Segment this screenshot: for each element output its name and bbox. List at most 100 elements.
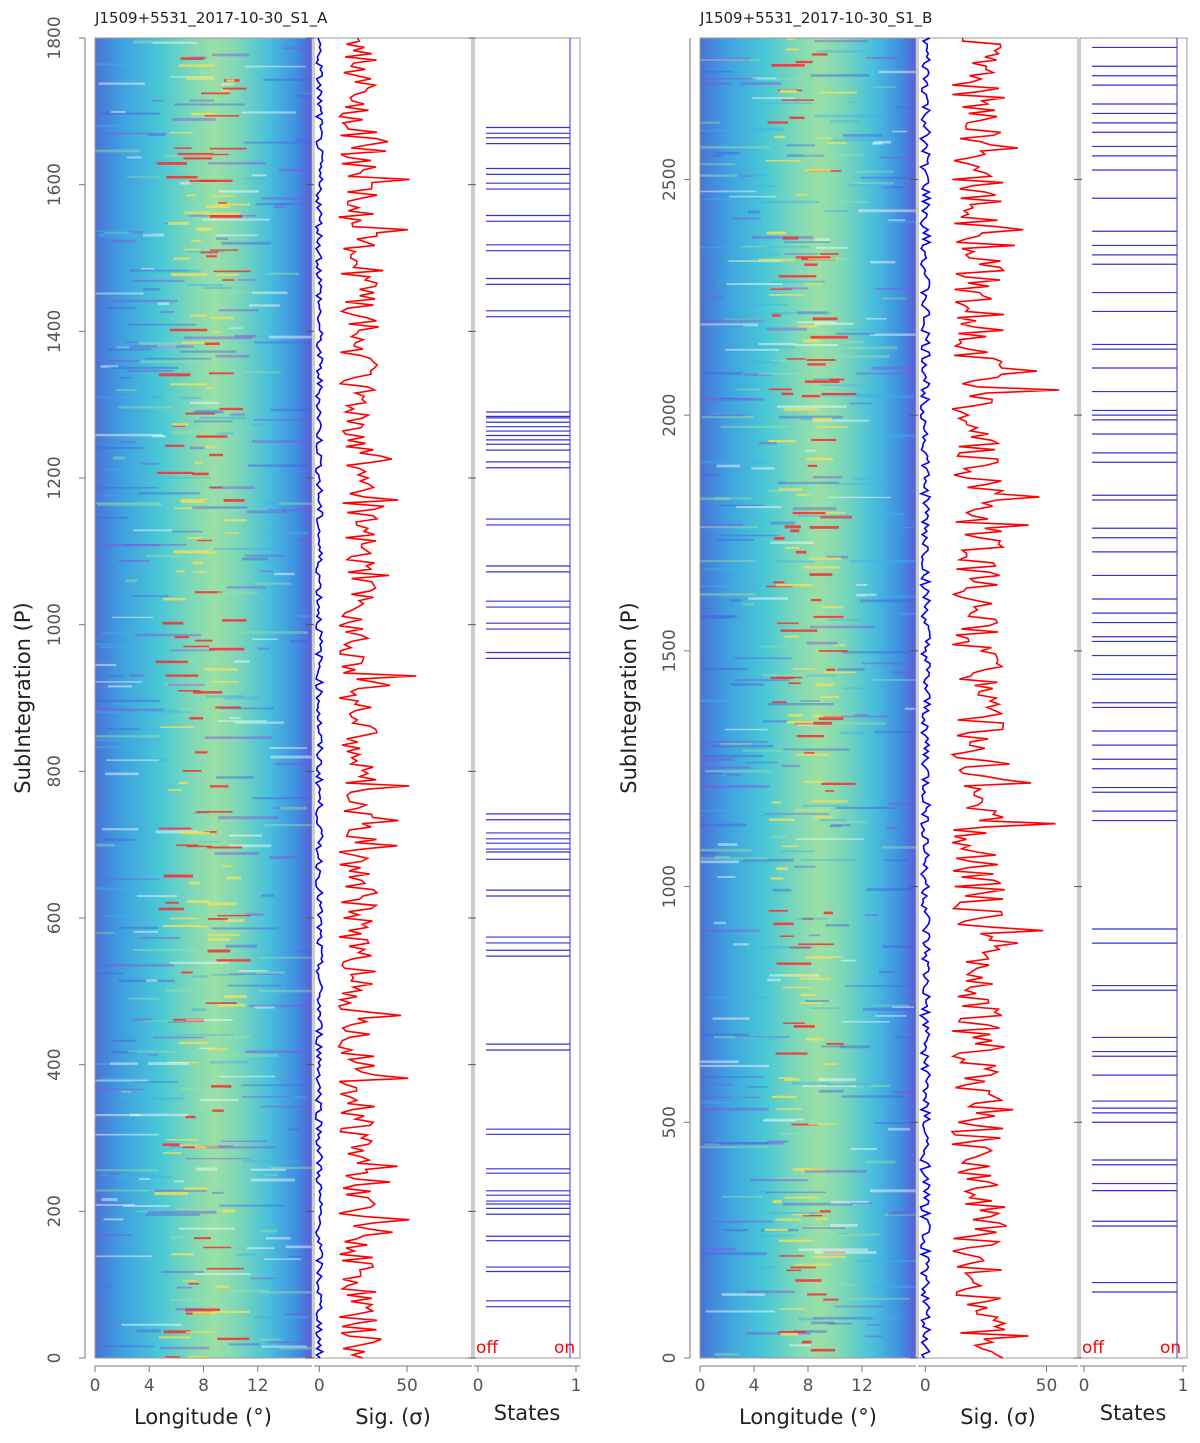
- heatmap-streak: [861, 662, 916, 665]
- heatmap-streak: [854, 1317, 899, 1320]
- x-tick-label: 1: [1178, 1376, 1189, 1396]
- heatmap-streak: [104, 964, 174, 967]
- heatmap-streak: [208, 161, 266, 165]
- heatmap-streak: [723, 1229, 748, 1232]
- heatmap-streak: [757, 200, 820, 204]
- heatmap-streak: [751, 467, 775, 470]
- heatmap-streak: [700, 1033, 749, 1037]
- heatmap-streak: [784, 525, 801, 529]
- heatmap-streak: [193, 410, 224, 414]
- heatmap-streak: [727, 259, 794, 262]
- panel-b-longitude-heatmap: [699, 37, 917, 1359]
- heatmap-streak: [761, 102, 813, 104]
- heatmap-streak: [886, 826, 898, 830]
- heatmap-streak: [145, 1020, 186, 1022]
- heatmap-streak: [748, 1234, 795, 1237]
- heatmap-streak: [165, 901, 179, 904]
- heatmap-streak: [111, 239, 135, 243]
- heatmap-streak: [248, 464, 309, 467]
- heatmap-streak: [165, 989, 193, 992]
- heatmap-streak: [228, 1343, 260, 1346]
- heatmap-streak: [230, 413, 245, 416]
- heatmap-streak: [782, 287, 809, 290]
- heatmap-streak: [701, 415, 754, 419]
- heatmap-streak: [214, 851, 260, 855]
- panel-a-states: off on: [473, 37, 581, 1359]
- heatmap-streak: [809, 625, 875, 629]
- heatmap-streak: [703, 568, 740, 571]
- heatmap-streak: [223, 519, 247, 522]
- heatmap-streak: [795, 193, 807, 196]
- heatmap-streak: [866, 56, 898, 59]
- heatmap-streak: [853, 182, 895, 185]
- heatmap-streak: [179, 1144, 197, 1147]
- heatmap-streak: [731, 217, 762, 220]
- heatmap-streak: [786, 721, 814, 724]
- heatmap-streak: [158, 907, 184, 911]
- heatmap-streak: [778, 1132, 813, 1136]
- heatmap-streak: [776, 867, 788, 871]
- heatmap-streak: [712, 1017, 750, 1020]
- heatmap-streak: [181, 831, 210, 835]
- heatmap-streak: [780, 629, 818, 632]
- y-tick-label: 1600: [45, 163, 65, 206]
- heatmap-streak: [218, 816, 278, 820]
- heatmap-streak: [889, 434, 916, 438]
- heatmap-streak: [766, 1140, 789, 1143]
- heatmap-streak: [803, 339, 820, 343]
- heatmap-streak: [864, 914, 878, 917]
- heatmap-streak: [790, 529, 800, 533]
- heatmap-streak: [808, 390, 846, 393]
- heatmap-streak: [209, 215, 243, 218]
- heatmap-streak: [102, 494, 115, 498]
- heatmap-streak: [297, 950, 312, 952]
- heatmap-streak: [781, 99, 815, 101]
- heatmap-streak: [222, 279, 235, 281]
- heatmap-streak: [297, 538, 312, 542]
- heatmap-streak: [821, 606, 843, 609]
- heatmap-streak: [865, 595, 916, 598]
- heatmap-streak: [243, 141, 311, 144]
- y-tick-label: 600: [45, 902, 65, 934]
- heatmap-streak: [877, 1101, 896, 1104]
- heatmap-streak: [726, 282, 783, 286]
- heatmap-streak: [209, 1060, 249, 1064]
- heatmap-streak: [209, 785, 229, 788]
- heatmap-streak: [244, 371, 281, 374]
- heatmap-streak: [140, 360, 208, 364]
- heatmap-streak: [790, 1266, 816, 1269]
- heatmap-streak: [261, 197, 312, 200]
- heatmap-streak: [717, 843, 738, 846]
- heatmap-streak: [784, 1196, 819, 1199]
- heatmap-streak: [816, 246, 848, 249]
- heatmap-streak: [700, 1076, 764, 1078]
- heatmap-streak: [274, 572, 295, 576]
- heatmap-streak: [833, 722, 886, 725]
- heatmap-streak: [700, 860, 739, 864]
- heatmap-streak: [106, 306, 136, 309]
- heatmap-streak: [830, 140, 879, 142]
- heatmap-streak: [814, 114, 882, 118]
- heatmap-streak: [95, 735, 159, 738]
- heatmap-streak: [137, 492, 200, 495]
- heatmap-streak: [815, 683, 834, 687]
- heatmap-streak: [809, 328, 820, 331]
- heatmap-streak: [217, 720, 267, 722]
- heatmap-streak: [186, 194, 197, 197]
- heatmap-streak: [199, 841, 220, 843]
- heatmap-streak: [229, 327, 244, 329]
- heatmap-streak: [774, 135, 785, 139]
- heatmap-streak: [161, 310, 174, 314]
- y-tick-label: 0: [45, 1353, 65, 1364]
- heatmap-streak: [856, 372, 916, 375]
- y-tick-label: 2500: [660, 158, 680, 201]
- heatmap-streak: [204, 668, 238, 671]
- heatmap-streak: [812, 317, 838, 321]
- heatmap-streak: [155, 660, 188, 664]
- heatmap-streak: [186, 1157, 252, 1160]
- heatmap-streak: [865, 1335, 883, 1338]
- heatmap-streak: [95, 932, 115, 934]
- heatmap-streak: [785, 546, 800, 549]
- heatmap-streak: [857, 1259, 916, 1262]
- heatmap-streak: [188, 1282, 200, 1285]
